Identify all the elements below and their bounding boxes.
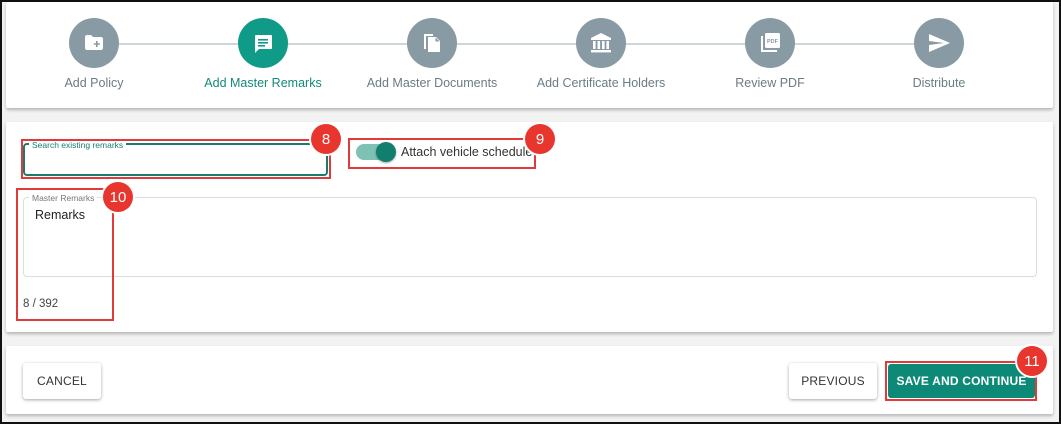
annotation-box-save [885,361,1037,401]
annotation-badge: 10 [103,182,133,212]
send-icon [914,18,964,68]
master-remarks-field[interactable]: Remarks [23,197,1037,277]
step-label: Add Master Remarks [204,76,322,90]
step-label: Add Master Documents [366,76,498,90]
folder-plus-icon [69,18,119,68]
step-label: Add Policy [64,76,124,90]
svg-text:PDF: PDF [767,39,779,45]
step-label: Review PDF [735,76,805,90]
step-label: Add Certificate Holders [536,76,666,90]
previous-button[interactable]: PREVIOUS [789,363,877,399]
master-remarks-textarea[interactable]: Remarks [24,198,1036,276]
step-label: Distribute [912,76,966,90]
cancel-button[interactable]: CANCEL [23,363,101,399]
step-add-master-remarks[interactable]: Add Master Remarks [178,18,348,98]
documents-icon [407,18,457,68]
annotation-box-remarks [16,188,114,321]
step-add-master-documents[interactable]: Add Master Documents [347,18,517,98]
step-add-certificate-holders[interactable]: Add Certificate Holders [516,18,686,98]
comment-icon [238,18,288,68]
step-review-pdf[interactable]: PDF Review PDF [685,18,855,98]
annotation-badge: 11 [1017,346,1047,376]
annotation-box-toggle [348,138,536,169]
bank-icon [576,18,626,68]
step-add-policy[interactable]: Add Policy [9,18,179,98]
annotation-badge: 9 [525,124,555,154]
workflow-stepper: Add Policy Add Master Remarks Add Master… [6,2,1053,108]
step-distribute[interactable]: Distribute [854,18,1024,98]
annotation-badge: 8 [311,124,341,154]
annotation-box-search [21,139,331,179]
pdf-icon: PDF [745,18,795,68]
